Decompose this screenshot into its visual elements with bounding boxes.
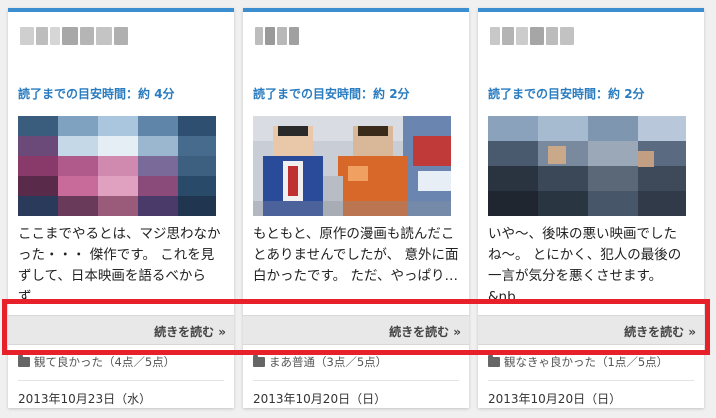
divider (18, 380, 224, 381)
post-category[interactable]: まあ普通（3点／5点） (253, 354, 387, 370)
thumbnail-image (18, 116, 216, 216)
divider (253, 380, 459, 381)
read-more-bar: 続きを読む » (8, 315, 234, 345)
post-card: 読了までの目安時間：約 2分 いや〜、後味の悪い映画でしたね〜。 とにかく、犯人… (478, 8, 704, 408)
post-category[interactable]: 観て良かった（4点／5点） (18, 354, 175, 370)
post-thumbnail[interactable] (488, 116, 686, 216)
read-time: 読了までの目安時間：約 2分 (253, 85, 410, 102)
read-time-value: 4分 (154, 87, 175, 101)
read-more-bar: 続きを読む » (243, 315, 469, 345)
read-more-link[interactable]: 続きを読む » (389, 323, 461, 340)
post-title-blurred[interactable] (255, 20, 395, 52)
category-label: まあ普通（3点／5点） (269, 355, 388, 369)
post-thumbnail[interactable] (18, 116, 216, 216)
post-excerpt: ここまでやるとは、マジ思わなかった・・・ 傑作です。 これを見ずして、日本映画を… (18, 226, 221, 302)
thumbnail-image (488, 116, 686, 216)
post-date: 2013年10月20日（日） (488, 392, 622, 406)
post-title-blurred[interactable] (20, 20, 160, 52)
category-label: 観なきゃ良かった（1点／5点） (504, 355, 669, 369)
post-thumbnail[interactable] (253, 116, 451, 216)
category-label: 観て良かった（4点／5点） (34, 355, 176, 369)
thumbnail-image (253, 116, 451, 216)
read-time: 読了までの目安時間：約 2分 (488, 85, 645, 102)
read-time-label: 読了までの目安時間：約 (488, 87, 621, 101)
divider (488, 380, 694, 381)
read-more-link[interactable]: 続きを読む » (154, 323, 226, 340)
read-more-bar: 続きを読む » (478, 315, 704, 345)
post-date: 2013年10月20日（日） (253, 392, 387, 406)
post-title-blurred[interactable] (490, 20, 630, 52)
read-time-label: 読了までの目安時間：約 (18, 87, 151, 101)
read-time-value: 2分 (624, 87, 645, 101)
read-time: 読了までの目安時間：約 4分 (18, 85, 175, 102)
read-more-link[interactable]: 続きを読む » (624, 323, 696, 340)
post-excerpt: もともと、原作の漫画も読んだことありませんでしたが、 意外に面白かったです。 た… (253, 226, 459, 284)
read-time-label: 読了までの目安時間：約 (253, 87, 386, 101)
read-time-value: 2分 (389, 87, 410, 101)
post-excerpt: いや〜、後味の悪い映画でしたね〜。 とにかく、犯人の最後の一言が気分を悪くさせま… (488, 226, 682, 302)
post-card: 読了までの目安時間：約 4分 ここまでやるとは、マジ思わなかった・・・ 傑作です… (8, 8, 234, 408)
folder-icon (488, 355, 500, 367)
post-card-grid: 読了までの目安時間：約 4分 ここまでやるとは、マジ思わなかった・・・ 傑作です… (0, 0, 716, 418)
post-date: 2013年10月23日（水） (18, 392, 152, 406)
folder-icon (18, 355, 30, 367)
folder-icon (253, 355, 265, 367)
post-category[interactable]: 観なきゃ良かった（1点／5点） (488, 354, 668, 370)
post-card: 読了までの目安時間：約 2分 もともと、原作の漫画も読んだことありませんでしたが… (243, 8, 469, 408)
